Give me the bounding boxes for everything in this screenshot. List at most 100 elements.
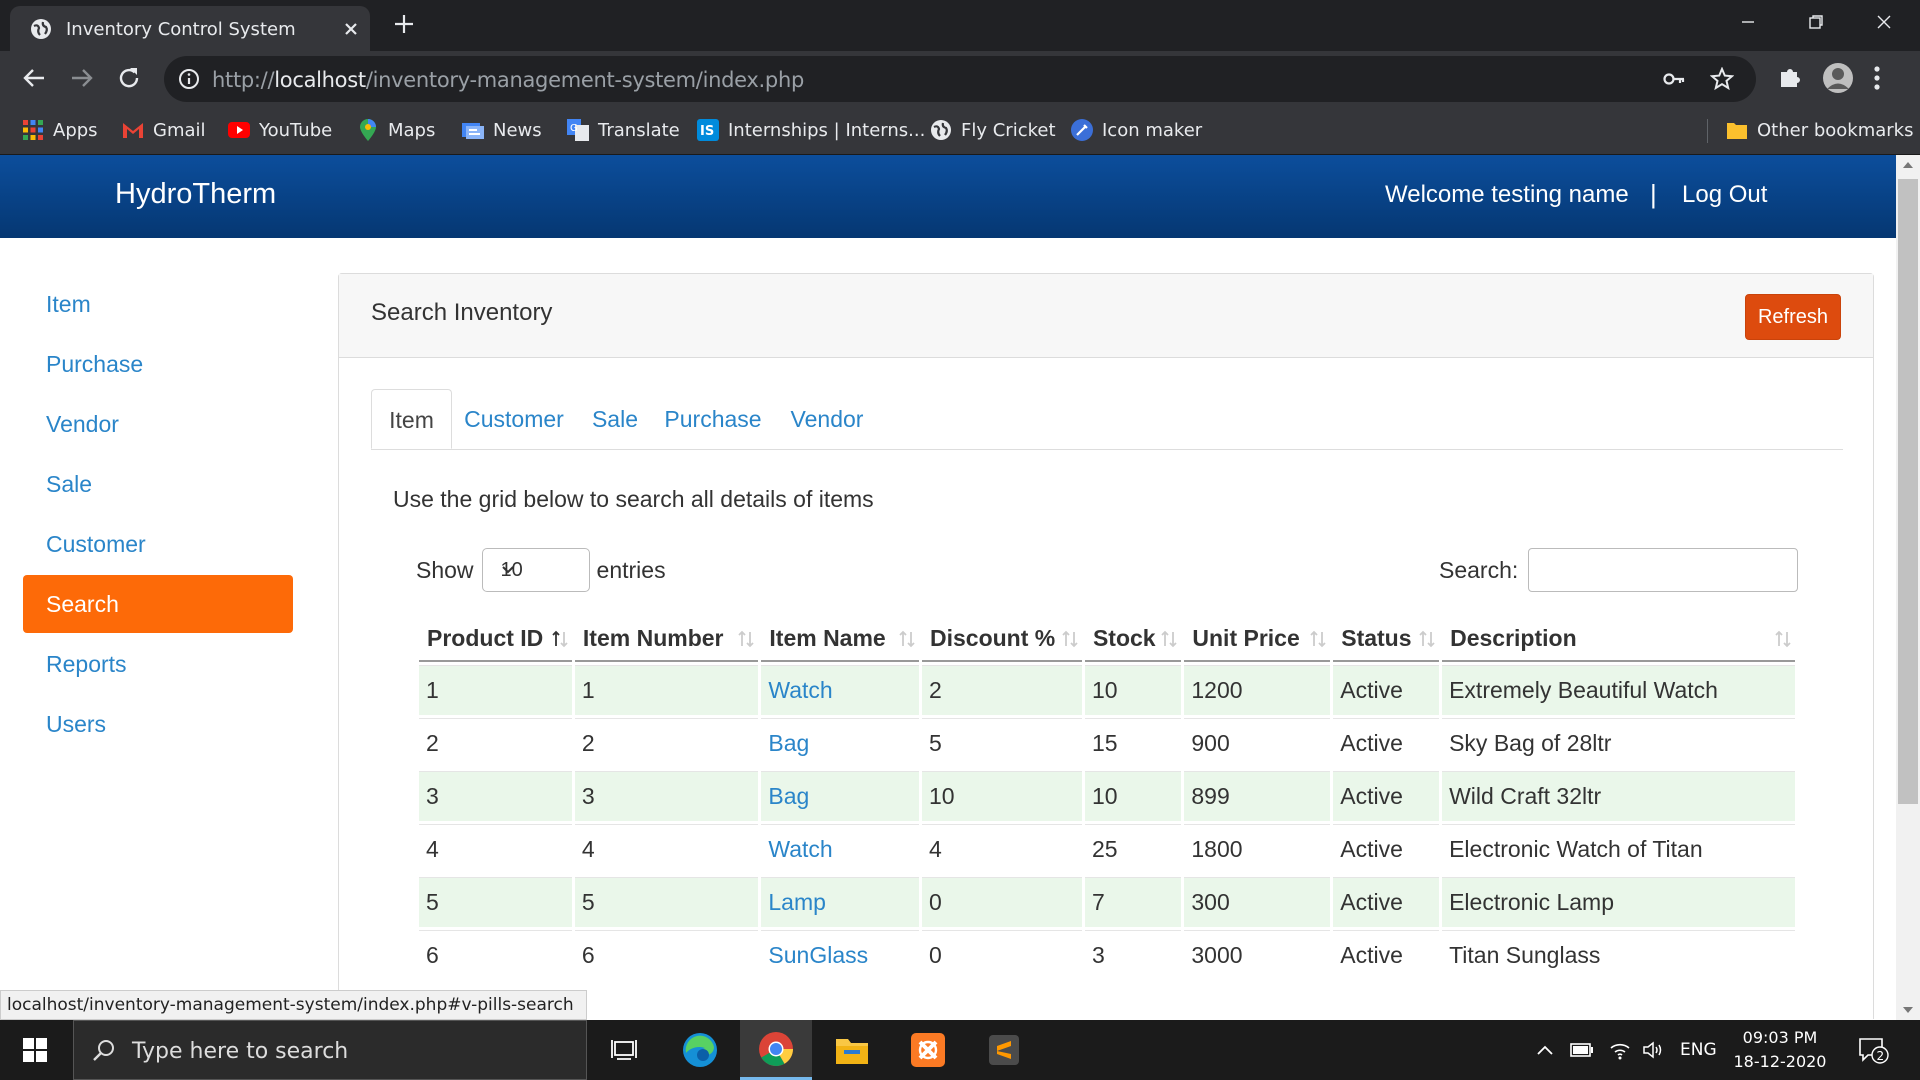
- back-arrow-icon[interactable]: [20, 64, 48, 92]
- search-input[interactable]: [1528, 548, 1799, 592]
- restore-icon[interactable]: [1782, 0, 1850, 44]
- cell-item-name-link[interactable]: Watch: [761, 824, 919, 874]
- tab-title: Inventory Control System: [66, 19, 296, 40]
- tab-close-icon[interactable]: [340, 18, 362, 40]
- bookmark-maps[interactable]: Maps: [357, 118, 435, 142]
- key-icon[interactable]: [1662, 68, 1686, 90]
- tab-vendor[interactable]: Vendor: [772, 389, 882, 449]
- bookmark-translate[interactable]: G Translate: [567, 118, 680, 142]
- cell-status: Active: [1333, 771, 1440, 821]
- cell-item-name-link[interactable]: Bag: [761, 771, 919, 821]
- cell-item-name-link[interactable]: Watch: [761, 665, 919, 715]
- other-bookmarks[interactable]: Other bookmarks: [1726, 118, 1913, 142]
- sidebar-item-customer[interactable]: Customer: [23, 515, 293, 573]
- table-row: 5 5 Lamp 0 7 300 Active Electronic Lamp: [419, 877, 1795, 927]
- refresh-button[interactable]: Refresh: [1745, 294, 1841, 340]
- column-header-discount[interactable]: Discount %: [922, 617, 1082, 662]
- bookmark-fly-cricket[interactable]: Fly Cricket: [930, 118, 1056, 142]
- bookmark-gmail[interactable]: Gmail: [122, 118, 206, 142]
- file-explorer-icon[interactable]: [816, 1020, 888, 1080]
- search-icon: [92, 1038, 116, 1062]
- sidebar-item-sale[interactable]: Sale: [23, 455, 293, 513]
- column-header-label: Status: [1341, 625, 1412, 651]
- taskbar-search-box[interactable]: Type here to search: [73, 1020, 587, 1080]
- cell-item-name-link[interactable]: SunGlass: [761, 930, 919, 980]
- reload-icon[interactable]: [115, 64, 143, 92]
- volume-icon[interactable]: [1642, 1020, 1664, 1080]
- cell-discount: 2: [922, 665, 1082, 715]
- column-header-label: Stock: [1092, 625, 1156, 651]
- chrome-menu-icon[interactable]: [1872, 64, 1882, 92]
- tab-purchase[interactable]: Purchase: [654, 389, 772, 449]
- close-window-icon[interactable]: [1850, 0, 1918, 44]
- star-icon[interactable]: [1710, 67, 1734, 91]
- address-bar[interactable]: http://localhost/inventory-management-sy…: [164, 56, 1756, 102]
- sidebar-item-vendor[interactable]: Vendor: [23, 395, 293, 453]
- notification-center-icon[interactable]: 2: [1858, 1020, 1890, 1080]
- forward-arrow-icon[interactable]: [68, 64, 96, 92]
- sort-icon: [738, 629, 755, 649]
- column-header-product-id[interactable]: Product ID: [419, 617, 572, 662]
- internshala-icon: IS: [697, 119, 719, 141]
- minimize-icon[interactable]: [1714, 0, 1782, 44]
- extensions-puzzle-icon[interactable]: [1777, 64, 1803, 90]
- bookmark-label: Internships | Interns...: [728, 119, 926, 141]
- tab-customer[interactable]: Customer: [452, 389, 576, 449]
- cell-stock: 15: [1084, 718, 1182, 768]
- sidebar-item-purchase[interactable]: Purchase: [23, 335, 293, 393]
- cell-status: Active: [1333, 665, 1440, 715]
- wifi-icon[interactable]: [1608, 1020, 1632, 1080]
- scroll-up-icon[interactable]: [1902, 160, 1914, 170]
- bookmark-youtube[interactable]: YouTube: [228, 118, 332, 142]
- translate-icon: G: [567, 119, 589, 141]
- tab-sale[interactable]: Sale: [576, 389, 654, 449]
- language-indicator[interactable]: ENG: [1680, 1020, 1717, 1080]
- browser-toolbar: http://localhost/inventory-management-sy…: [0, 51, 1920, 107]
- column-header-item-number[interactable]: Item Number: [574, 617, 759, 662]
- column-header-unit-price[interactable]: Unit Price: [1184, 617, 1331, 662]
- page-scrollbar[interactable]: [1896, 155, 1920, 1020]
- scroll-down-icon[interactable]: [1902, 1005, 1914, 1015]
- cell-item-name-link[interactable]: Bag: [761, 718, 919, 768]
- search-label: Search:: [1439, 556, 1519, 583]
- tab-item[interactable]: Item: [371, 389, 452, 449]
- bookmark-apps[interactable]: Apps: [22, 118, 98, 142]
- logout-link[interactable]: Log Out: [1682, 181, 1767, 209]
- info-icon[interactable]: [178, 68, 200, 90]
- task-view-icon[interactable]: [588, 1020, 660, 1080]
- entries-select[interactable]: 10: [481, 548, 590, 592]
- bookmark-label: News: [493, 119, 542, 141]
- bookmark-internships[interactable]: IS Internships | Interns...: [697, 118, 925, 142]
- show-hidden-icons[interactable]: [1536, 1020, 1554, 1080]
- profile-avatar[interactable]: [1822, 62, 1854, 94]
- sidebar-item-users[interactable]: Users: [23, 695, 293, 753]
- folder-icon: [1726, 119, 1748, 141]
- sidebar-item-search[interactable]: Search: [23, 575, 293, 633]
- chrome-icon[interactable]: [740, 1020, 812, 1080]
- url-host: localhost: [274, 68, 366, 92]
- sidebar-item-reports[interactable]: Reports: [23, 635, 293, 693]
- scrollbar-thumb[interactable]: [1898, 179, 1918, 804]
- column-header-label: Discount %: [930, 625, 1056, 651]
- brand-logo[interactable]: HydroTherm: [115, 178, 276, 211]
- battery-icon[interactable]: [1570, 1020, 1594, 1080]
- cell-description: Electronic Watch of Titan: [1442, 824, 1795, 874]
- column-header-item-name[interactable]: Item Name: [761, 617, 919, 662]
- windows-start-icon[interactable]: [0, 1020, 70, 1080]
- column-header-label: Item Name: [769, 625, 886, 651]
- clock-time: 09:03 PM: [1742, 1028, 1818, 1047]
- edge-browser-icon[interactable]: [664, 1020, 736, 1080]
- bookmark-icon-maker[interactable]: Icon maker: [1071, 118, 1202, 142]
- bookmark-news[interactable]: News: [462, 118, 542, 142]
- new-tab-icon[interactable]: [392, 12, 416, 36]
- browser-tab[interactable]: Inventory Control System: [10, 6, 370, 51]
- column-header-stock[interactable]: Stock: [1084, 617, 1182, 662]
- sublime-text-icon[interactable]: [968, 1020, 1040, 1080]
- column-header-status[interactable]: Status: [1333, 617, 1440, 662]
- system-clock[interactable]: 09:03 PM 18-12-2020: [1720, 1026, 1840, 1074]
- cell-item-name-link[interactable]: Lamp: [761, 877, 919, 927]
- items-table-wrapper: Product ID Item Number Item Name Discoun…: [416, 614, 1798, 983]
- sidebar-item-item[interactable]: Item: [23, 275, 293, 333]
- column-header-description[interactable]: Description: [1442, 617, 1795, 662]
- xampp-icon[interactable]: [892, 1020, 964, 1080]
